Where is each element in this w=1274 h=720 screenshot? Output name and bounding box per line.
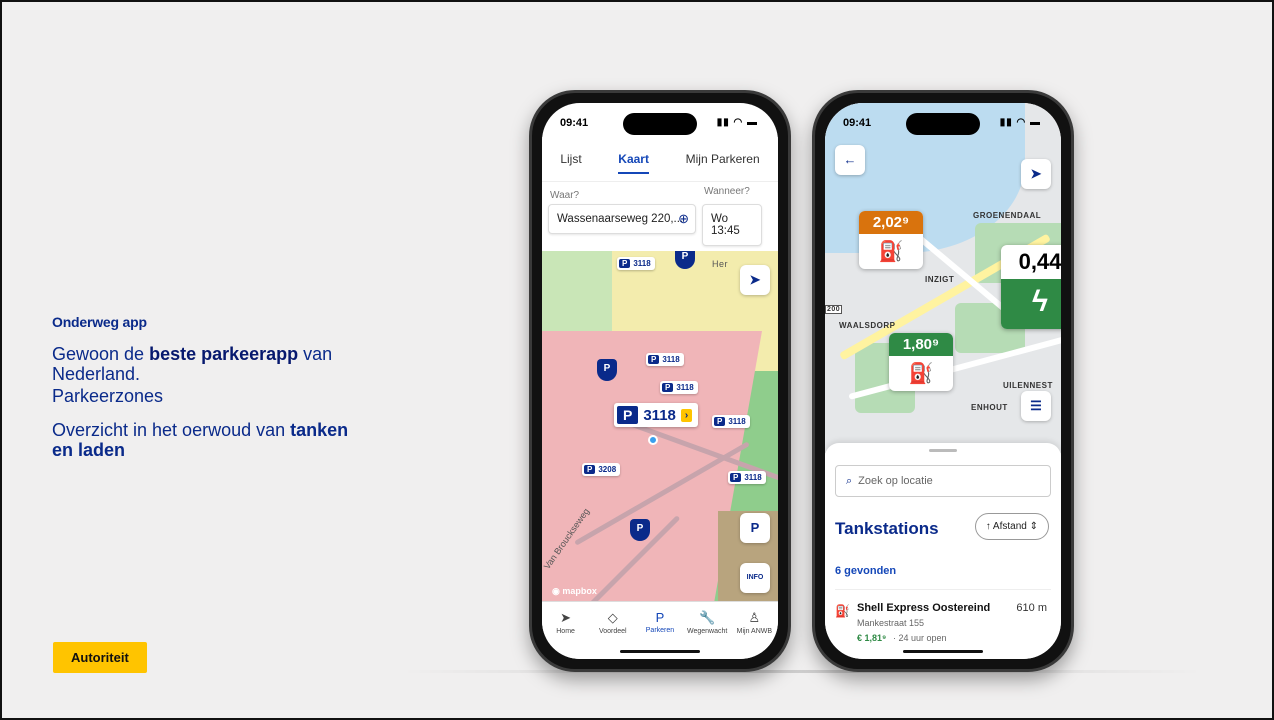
lead-line2: Parkeerzones: [52, 386, 164, 406]
parking-map[interactable]: P 3118 P Her P P 3118 P 3118 P 3118 › P 3118 P…: [542, 251, 778, 601]
signal-wifi-battery-icon: ▮▮ ◠ ▬: [999, 117, 1041, 128]
tab-mijn-parkeren[interactable]: Mijn Parkeren: [686, 152, 760, 166]
fuel-pump-icon: ⛽: [835, 604, 850, 618]
locate-icon[interactable]: ⊕: [678, 211, 689, 227]
home-indicator: [903, 650, 983, 653]
map-place-label: ENHOUT: [971, 403, 1008, 412]
fuel-pump-icon: ⛽: [878, 241, 904, 263]
search-row: Waar? Wassenaarseweg 220,... ⊕ Wanneer? …: [542, 181, 778, 251]
map-zone-light: [542, 251, 622, 331]
parking-zone-chip[interactable]: P 3118: [728, 471, 766, 484]
filter-icon[interactable]: ☰: [1021, 391, 1051, 421]
lead-prefix: Gewoon de: [52, 344, 150, 364]
tag-icon: ◇: [607, 610, 618, 625]
wrench-icon: 🔧: [699, 610, 716, 625]
tab-kaart[interactable]: Kaart: [618, 152, 649, 174]
phone-fuel: 09:41 ▮▮ ◠ ▬ GROENENDAAL INZIGT WAALSDOR…: [812, 90, 1074, 672]
home-indicator: [620, 650, 700, 653]
where-input[interactable]: Wassenaarseweg 220,... ⊕: [548, 204, 696, 234]
where-value: Wassenaarseweg 220,...: [557, 213, 684, 225]
phone-parking-screen: 09:41 ▮▮ ◠ ▬ Lijst Kaart Mijn Parkeren W…: [542, 103, 778, 659]
current-location-dot: [648, 435, 658, 445]
station-name: Shell Express Oostereind: [857, 602, 991, 614]
map-place-label: INZIGT: [925, 275, 955, 284]
signal-wifi-battery-icon: ▮▮ ◠ ▬: [716, 117, 758, 128]
parking-zone-chip[interactable]: P 3208: [582, 463, 621, 476]
search-placeholder: Zoek op locatie: [858, 475, 933, 487]
fuel-price-card-green[interactable]: 1,80⁹ ⛽: [889, 333, 953, 391]
location-search-input[interactable]: ⌕ Zoek op locatie: [835, 465, 1051, 497]
list-title: Tankstations: [835, 519, 939, 538]
station-address: Mankestraat 155: [857, 618, 925, 628]
station-distance: 610 m: [1016, 602, 1047, 614]
when-label: Wanneer?: [704, 186, 750, 197]
station-list-item[interactable]: ⛽ Shell Express Oostereind 610 m Mankest…: [835, 589, 1051, 659]
map-place-label: Her: [712, 259, 729, 269]
fuel-pump-icon: ⛽: [908, 363, 934, 385]
selected-zone-chip[interactable]: P 3118 ›: [614, 403, 699, 427]
mapbox-logo: ◉ mapbox: [552, 586, 597, 596]
ev-price: 0,44: [1018, 249, 1061, 274]
navigate-icon[interactable]: ➤: [1021, 159, 1051, 189]
fuel-map[interactable]: GROENENDAAL INZIGT WAALSDORP UILENNEST E…: [825, 103, 1061, 453]
map-place-label: GROENENDAAL: [973, 211, 1042, 220]
parking-tabs: Lijst Kaart Mijn Parkeren: [542, 137, 778, 181]
station-hours: · 24 uur open: [893, 633, 947, 643]
floor-shadow: [402, 670, 1202, 673]
parking-garage-pin[interactable]: P: [597, 359, 617, 381]
back-arrow-icon[interactable]: ←: [835, 145, 865, 175]
search-icon: ⌕: [846, 475, 853, 487]
tab-lijst[interactable]: Lijst: [560, 152, 581, 166]
autoriteit-badge[interactable]: Autoriteit: [53, 642, 147, 673]
result-count: 6 gevonden: [835, 565, 897, 577]
ev-price-card[interactable]: 0,44 ϟ: [1001, 245, 1061, 329]
lightning-icon: ϟ: [1001, 279, 1061, 329]
navigate-icon[interactable]: ➤: [740, 265, 770, 295]
slide-text: Onderweg app Gewoon de beste parkeerapp …: [52, 314, 352, 460]
slide-lead2: Overzicht in het oerwoud van tanken en l…: [52, 420, 352, 460]
station-sheet: ⌕ Zoek op locatie Tankstations ↑ Afstand …: [825, 443, 1061, 659]
map-place-label: UILENNEST: [1003, 381, 1053, 390]
sheet-handle[interactable]: [929, 449, 957, 452]
status-time: 09:41: [843, 117, 872, 129]
slide-lead: Gewoon de beste parkeerapp van Nederland…: [52, 344, 352, 406]
sort-button[interactable]: ↑ Afstand ⇕: [974, 513, 1049, 540]
parking-icon: P: [655, 610, 665, 625]
home-icon: ➤: [560, 610, 572, 625]
parking-garage-pin[interactable]: P: [630, 519, 650, 541]
station-price: € 1,81⁹: [857, 633, 887, 643]
slide: Onderweg app Gewoon de beste parkeerapp …: [0, 0, 1274, 720]
map-place-label: WAALSDORP: [839, 321, 896, 330]
fuel-price-card-orange[interactable]: 2,02⁹ ⛽: [859, 211, 923, 269]
slide-kicker: Onderweg app: [52, 314, 147, 330]
status-time: 09:41: [560, 117, 589, 129]
where-label: Waar?: [550, 190, 580, 201]
dynamic-island: [906, 113, 980, 135]
parking-zone-chip[interactable]: P 3118: [660, 381, 698, 394]
phone-fuel-screen: 09:41 ▮▮ ◠ ▬ GROENENDAAL INZIGT WAALSDOR…: [825, 103, 1061, 659]
parking-zone-chip[interactable]: P 3118: [646, 353, 684, 366]
parking-zone-chip[interactable]: P 3118: [617, 257, 655, 270]
fuel-price-orange: 2,02⁹: [859, 211, 923, 234]
parking-zone-chip[interactable]: P 3118: [712, 415, 750, 428]
phone-parking: 09:41 ▮▮ ◠ ▬ Lijst Kaart Mijn Parkeren W…: [529, 90, 791, 672]
dynamic-island: [623, 113, 697, 135]
lead2-prefix: Overzicht in het oerwoud van: [52, 420, 291, 440]
when-value: Wo 13:45: [711, 213, 740, 237]
nav-mijn-anwb[interactable]: ♙ Mijn ANWB: [733, 610, 775, 659]
user-icon: ♙: [748, 610, 761, 625]
when-input[interactable]: Wo 13:45: [702, 204, 762, 246]
road-number-label: 200: [825, 305, 843, 314]
fuel-price-green: 1,80⁹: [889, 333, 953, 356]
nav-home[interactable]: ➤ Home: [545, 610, 587, 659]
parking-button[interactable]: P: [740, 513, 770, 543]
info-button[interactable]: INFO: [740, 563, 770, 593]
lead-bold: beste parkeerapp: [149, 344, 299, 364]
